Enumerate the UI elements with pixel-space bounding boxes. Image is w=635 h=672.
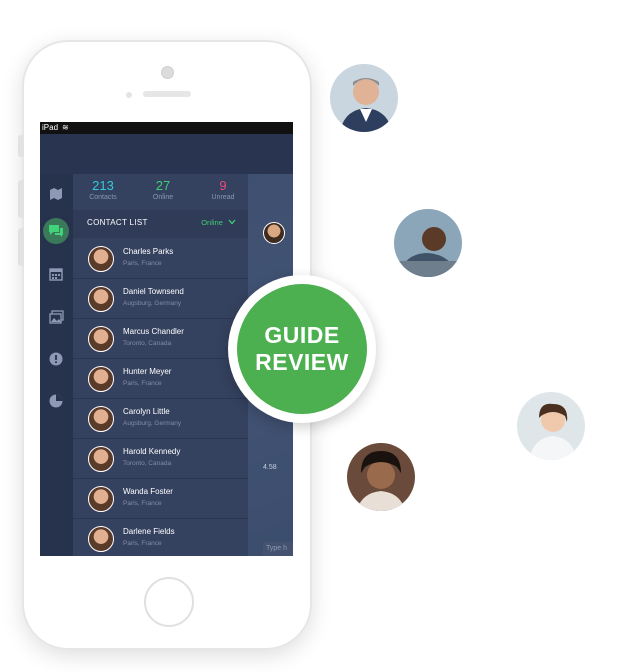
avatar <box>88 286 114 312</box>
contact-list-title: CONTACT LIST <box>87 218 148 227</box>
stat-value: 27 <box>155 178 171 193</box>
contact-name: Hunter Meyer <box>123 367 172 376</box>
badge-circle: GUIDE REVIEW <box>237 284 367 414</box>
floating-avatar <box>517 392 585 460</box>
alert-icon[interactable] <box>46 349 66 369</box>
stats-bar: 213 Contacts 27 Online 9 Unread <box>73 174 248 210</box>
stat-label: Unread <box>211 194 235 201</box>
proximity-sensor <box>126 92 132 98</box>
avatar <box>88 366 114 392</box>
contact-name: Charles Parks <box>123 247 174 256</box>
avatar <box>88 326 114 352</box>
contact-row[interactable]: Charles Parks Paris, France <box>73 238 248 279</box>
contact-location: Paris, France <box>123 500 162 507</box>
avatar <box>88 526 114 552</box>
carrier-label: iPad <box>42 123 59 132</box>
message-timestamp: 4.58 <box>263 464 277 471</box>
contact-name: Darlene Fields <box>123 527 175 536</box>
contact-name: Carolyn Little <box>123 407 170 416</box>
calendar-icon[interactable] <box>46 264 66 284</box>
contact-row[interactable]: Marcus Chandler Toronto, Canada <box>73 318 248 359</box>
status-filter-dropdown[interactable]: Online <box>201 218 236 227</box>
contact-row[interactable]: Carolyn Little Augsburg, Germany <box>73 398 248 439</box>
status-bar: iPad ≋ <box>40 122 293 134</box>
map-icon[interactable] <box>46 184 66 204</box>
stat-label: Contacts <box>89 194 117 201</box>
message-input[interactable]: Type h <box>263 542 293 556</box>
app-header <box>40 134 293 174</box>
contact-row[interactable]: Wanda Foster Paris, France <box>73 478 248 519</box>
contact-row[interactable]: Harold Kennedy Toronto, Canada <box>73 438 248 479</box>
contacts-panel: 213 Contacts 27 Online 9 Unread CONTACT … <box>73 174 248 556</box>
stat-label: Online <box>152 194 174 201</box>
left-navigation <box>40 174 73 556</box>
floating-avatar <box>330 64 398 132</box>
avatar <box>88 406 114 432</box>
badge-line-2: REVIEW <box>255 349 349 375</box>
stat-value: 9 <box>219 178 227 193</box>
stat-unread[interactable]: 9 Unread <box>198 178 248 202</box>
guide-review-badge: GUIDE REVIEW <box>228 275 376 423</box>
contact-location: Paris, France <box>123 540 162 547</box>
contact-name: Harold Kennedy <box>123 447 181 456</box>
volume-down-button <box>18 228 24 266</box>
chat-avatar <box>263 222 285 244</box>
home-button[interactable] <box>144 577 194 627</box>
front-camera <box>161 66 174 79</box>
badge-line-1: GUIDE <box>264 322 340 348</box>
contact-location: Paris, France <box>123 380 162 387</box>
contact-name: Daniel Townsend <box>123 287 184 296</box>
chevron-down-icon <box>228 218 236 227</box>
wifi-icon: ≋ <box>62 123 69 132</box>
avatar <box>88 246 114 272</box>
contact-name: Marcus Chandler <box>123 327 184 336</box>
stat-contacts[interactable]: 213 Contacts <box>78 178 128 202</box>
earpiece-speaker <box>143 91 191 97</box>
contact-row[interactable]: Darlene Fields Paris, France <box>73 518 248 556</box>
mute-switch <box>18 135 24 157</box>
volume-up-button <box>18 180 24 218</box>
contact-location: Toronto, Canada <box>123 460 172 467</box>
contact-row[interactable]: Hunter Meyer Paris, France <box>73 358 248 399</box>
floating-avatar <box>394 209 462 277</box>
chat-icon[interactable] <box>43 218 69 244</box>
avatar <box>88 486 114 512</box>
contact-location: Toronto, Canada <box>123 340 172 347</box>
photos-icon[interactable] <box>46 307 66 327</box>
contact-list-header: CONTACT LIST Online <box>73 210 248 238</box>
contact-location: Augsburg, Germany <box>123 300 182 307</box>
avatar <box>88 446 114 472</box>
stat-value: 213 <box>92 178 114 193</box>
contact-location: Paris, France <box>123 260 162 267</box>
floating-avatar <box>347 443 415 511</box>
contact-row[interactable]: Daniel Townsend Augsburg, Germany <box>73 278 248 319</box>
stat-online[interactable]: 27 Online <box>138 178 188 202</box>
status-filter-label: Online <box>201 218 223 227</box>
contact-location: Augsburg, Germany <box>123 420 182 427</box>
contact-name: Wanda Foster <box>123 487 173 496</box>
pie-chart-icon[interactable] <box>46 391 66 411</box>
